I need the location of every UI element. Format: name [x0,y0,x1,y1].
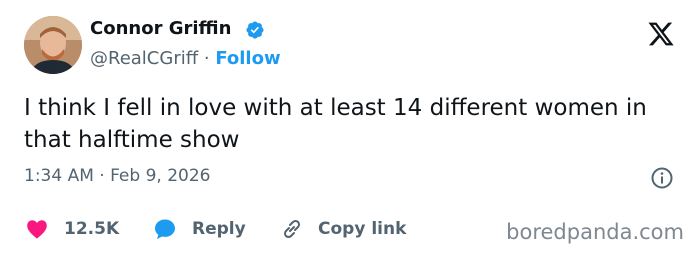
reply-label: Reply [192,219,246,239]
handle-row: @RealCGriff · Follow [90,48,281,69]
tweet-card: Connor Griffin @RealCGriff · Follow I th… [0,0,700,256]
copy-link-label: Copy link [318,219,407,239]
author-name[interactable]: Connor Griffin [90,18,231,39]
verified-badge-icon [246,21,264,39]
x-logo-icon[interactable] [646,20,676,48]
copy-link-button[interactable]: Copy link [280,216,406,242]
watermark: boredpanda.com [506,220,684,244]
follow-button[interactable]: Follow [215,48,280,69]
tweet-timestamp[interactable]: 1:34 AM · Feb 9, 2026 [24,166,210,186]
like-button[interactable]: 12.5K [24,216,119,242]
reply-button[interactable]: Reply [152,216,246,242]
separator-dot: · [203,48,210,69]
info-icon[interactable] [650,166,674,190]
author-handle[interactable]: @RealCGriff [90,48,198,69]
reply-bubble-icon [155,219,175,239]
tweet-text: I think I fell in love with at least 14 … [24,95,647,153]
heart-icon [27,220,47,239]
like-count: 12.5K [64,219,120,239]
avatar-photo [24,16,82,74]
link-icon [283,219,301,239]
avatar[interactable] [24,16,82,74]
